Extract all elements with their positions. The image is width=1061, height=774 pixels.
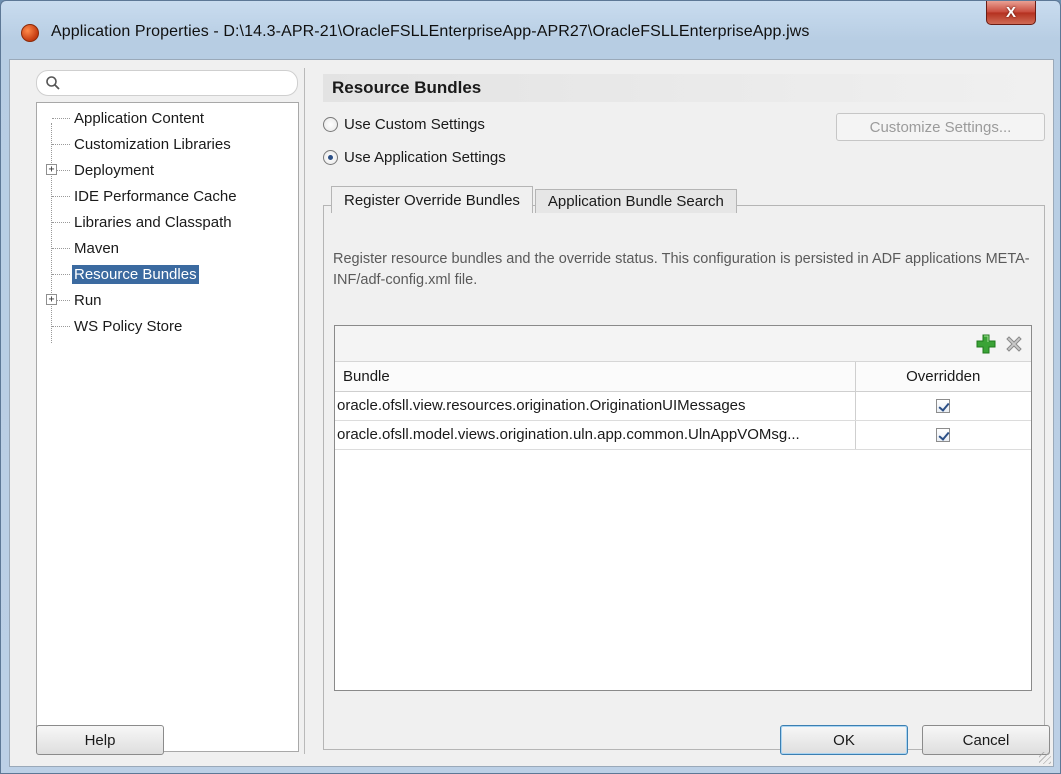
overridden-checkbox[interactable] [936, 399, 951, 414]
tree-item-label: Resource Bundles [72, 264, 199, 284]
bundles-table: Bundle Overridden oracle.ofsll.view.reso… [334, 325, 1032, 691]
tab-0[interactable]: Register Override Bundles [331, 186, 533, 213]
tree-item-label: Deployment [74, 161, 155, 179]
tree-connector [52, 195, 70, 197]
application-properties-window: Application Properties - D:\14.3-APR-21\… [0, 0, 1061, 774]
customize-settings-button[interactable]: Customize Settings... [836, 113, 1045, 141]
tree-item[interactable]: + Run [37, 289, 104, 311]
tree-item-label: Libraries and Classpath [74, 213, 232, 231]
cancel-button[interactable]: Cancel [922, 725, 1050, 755]
page-title: Resource Bundles [332, 78, 482, 97]
tree-item[interactable]: IDE Performance Cache [37, 185, 239, 207]
pane-splitter[interactable] [304, 68, 305, 754]
help-label: Help [84, 731, 116, 749]
radio-button[interactable] [323, 117, 338, 132]
expand-icon[interactable]: + [46, 164, 57, 175]
tree-connector [52, 247, 70, 249]
radio-label: Use Application Settings [344, 149, 506, 166]
tree-item[interactable]: Libraries and Classpath [37, 211, 234, 233]
table-toolbar [335, 326, 1031, 362]
bundle-column-header[interactable]: Bundle [335, 362, 855, 392]
dialog-body: Application Content Customization Librari… [9, 59, 1054, 767]
overridden-cell [854, 391, 1031, 421]
close-button[interactable]: X [986, 1, 1036, 25]
expand-icon[interactable]: + [46, 294, 57, 305]
tree-connector [52, 117, 70, 119]
use-application-settings-radio[interactable]: Use Application Settings [323, 149, 506, 166]
ok-button[interactable]: OK [780, 725, 908, 755]
table-row[interactable]: oracle.ofsll.view.resources.origination.… [335, 391, 1031, 421]
search-field[interactable] [36, 70, 298, 96]
tree-item[interactable]: Maven [37, 237, 121, 259]
tree-item-label: Run [74, 291, 102, 309]
search-icon [46, 76, 60, 90]
description-text: Register resource bundles and the overri… [333, 251, 1030, 288]
ok-label: OK [833, 731, 855, 749]
tree-connector [52, 221, 70, 223]
tree-item[interactable]: Application Content [37, 107, 206, 129]
bundles-grid: Bundle Overridden oracle.ofsll.view.reso… [335, 362, 1031, 450]
search-input[interactable] [65, 74, 291, 92]
bundle-cell[interactable]: oracle.ofsll.view.resources.origination.… [335, 391, 855, 421]
overridden-checkbox[interactable] [936, 428, 951, 443]
navigation-tree: Application Content Customization Librari… [36, 102, 299, 752]
window-title: Application Properties - D:\14.3-APR-21\… [51, 23, 810, 40]
remove-icon[interactable] [1003, 333, 1025, 355]
tree-item-label: Application Content [74, 109, 205, 127]
resize-grip[interactable] [1039, 752, 1051, 764]
tree-item-label: IDE Performance Cache [74, 187, 237, 205]
overridden-cell [854, 420, 1031, 450]
tree-item-label: WS Policy Store [74, 317, 183, 335]
tree-item-label: Maven [74, 239, 120, 257]
tree-item-label: Customization Libraries [74, 135, 231, 153]
tree-item[interactable]: Resource Bundles [37, 263, 199, 285]
tree-connector [52, 325, 70, 327]
tab-strip: Register Override Bundles Application Bun… [331, 186, 739, 213]
tab-1[interactable]: Application Bundle Search [534, 189, 737, 213]
page-header: Resource Bundles [323, 74, 1045, 102]
radio-label: Use Custom Settings [344, 116, 485, 133]
tree-item[interactable]: Customization Libraries [37, 133, 233, 155]
table-header-row: Bundle Overridden [335, 362, 1031, 392]
radio-button[interactable] [323, 150, 338, 165]
help-button[interactable]: Help [36, 725, 164, 755]
tree-item[interactable]: + Deployment [37, 159, 156, 181]
add-icon[interactable] [975, 333, 997, 355]
tree-connector [52, 143, 70, 145]
overridden-column-header[interactable]: Overridden [854, 362, 1031, 392]
bundle-cell[interactable]: oracle.ofsll.model.views.origination.uln… [335, 420, 855, 450]
table-row[interactable]: oracle.ofsll.model.views.origination.uln… [335, 420, 1031, 450]
title-bar[interactable]: Application Properties - D:\14.3-APR-21\… [1, 1, 1060, 59]
use-custom-settings-radio[interactable]: Use Custom Settings [323, 116, 485, 133]
cancel-label: Cancel [962, 731, 1010, 749]
tree-item[interactable]: WS Policy Store [37, 315, 184, 337]
oracle-app-icon [21, 24, 39, 42]
tree-connector [52, 273, 70, 275]
